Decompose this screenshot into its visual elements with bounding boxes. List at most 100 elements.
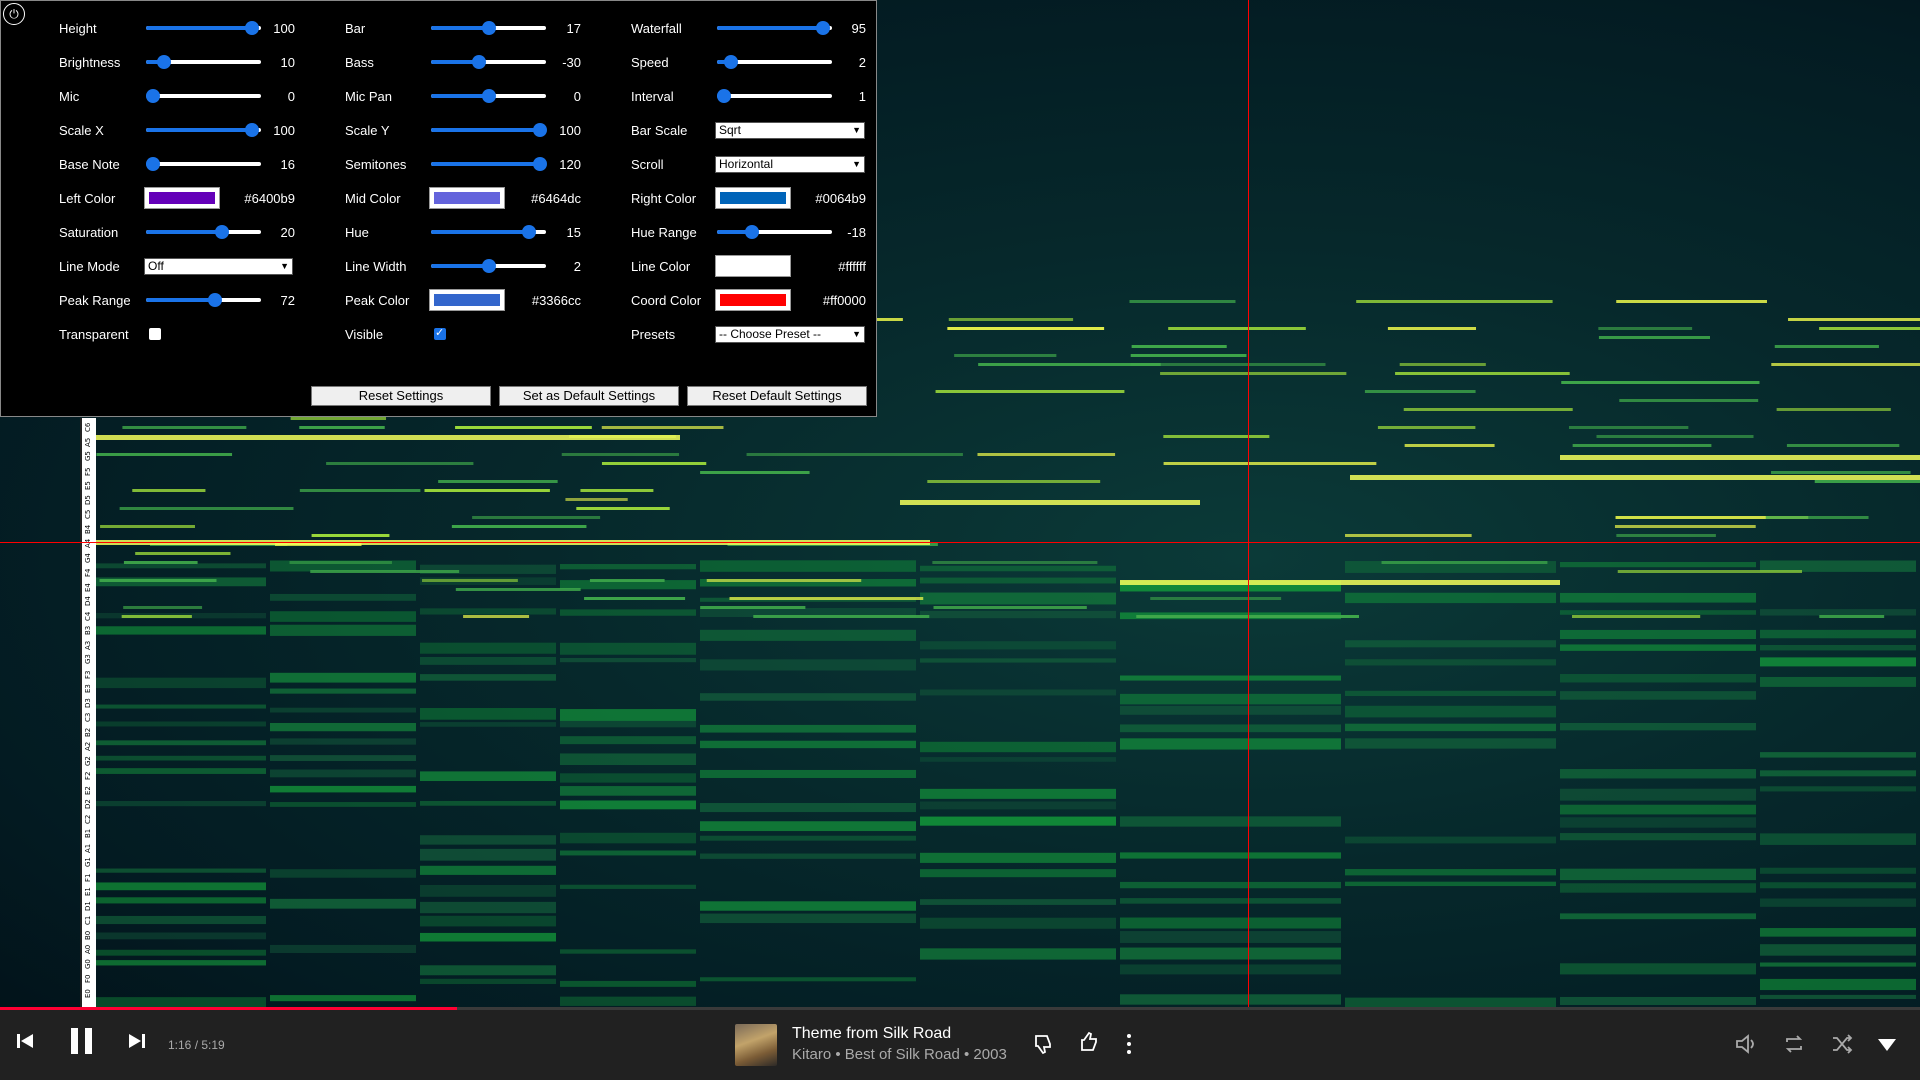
more-icon[interactable] <box>1124 1032 1134 1062</box>
previous-icon[interactable] <box>14 1030 36 1058</box>
visible-checkbox[interactable] <box>434 326 446 340</box>
mic-value: 0 <box>287 89 295 104</box>
spectrogram-band <box>1760 676 1916 687</box>
keyboard-note-label: A5 <box>84 437 92 447</box>
slider-thumb[interactable] <box>716 89 731 103</box>
spectrogram-band <box>1560 817 1756 828</box>
slider-thumb[interactable] <box>472 55 487 69</box>
slider-thumb[interactable] <box>744 225 759 239</box>
spectrogram-band <box>270 944 416 953</box>
spectrogram-band <box>270 688 416 694</box>
set-default-settings-button[interactable]: Set as Default Settings <box>499 386 679 406</box>
chevron-down-icon: ▼ <box>852 125 861 135</box>
spectrogram-band <box>270 593 416 601</box>
spectrogram-note <box>561 453 680 456</box>
keyboard-note-label: C5 <box>84 509 92 519</box>
spectrogram-band <box>1120 852 1341 859</box>
slider-thumb[interactable] <box>145 89 160 103</box>
spectrogram-band <box>1760 786 1916 792</box>
spectrogram-band <box>1560 963 1756 975</box>
slider-thumb[interactable] <box>723 55 738 69</box>
spectrogram-band <box>1120 675 1341 681</box>
spectrogram-band <box>270 722 416 732</box>
spectrogram-note <box>1387 327 1477 330</box>
slider-thumb[interactable] <box>157 55 172 69</box>
spectrogram-band <box>700 977 916 982</box>
spectrogram-band <box>1345 705 1556 718</box>
spectrogram-band <box>1120 705 1341 715</box>
volume-icon[interactable] <box>1734 1032 1760 1062</box>
speed-label: Speed <box>631 55 669 70</box>
piano-keyboard-axis: C6 A5 G5 F5 E5 D5 C5 B4 A4 G4 F4 E4 D4 C4 B3 A3 G3 F3 E3 D3… <box>80 418 96 1008</box>
spectrogram-band <box>920 852 1116 863</box>
spectrogram-band <box>420 800 556 806</box>
spectrogram-band <box>96 800 266 807</box>
spectrogram-band <box>420 848 556 861</box>
like-icon[interactable] <box>1078 1030 1102 1060</box>
transparent-checkbox[interactable] <box>149 328 161 340</box>
mid-color-value: #6464dc <box>531 191 581 206</box>
song-subtitle[interactable]: Kitaro • Best of Silk Road • 2003 <box>792 1046 1007 1063</box>
repeat-icon[interactable] <box>1782 1032 1806 1062</box>
keyboard-note-label: D1 <box>84 900 92 911</box>
spectrogram-note <box>935 390 1125 393</box>
bass-label: Bass <box>345 55 374 70</box>
next-icon[interactable] <box>126 1030 148 1058</box>
visualizer-toggle-icon[interactable]: ⏻ <box>3 3 25 25</box>
spectrogram-band <box>560 720 696 728</box>
keyboard-note-label: E3 <box>84 684 92 693</box>
reset-default-settings-button[interactable]: Reset Default Settings <box>687 386 867 406</box>
spectrogram-band <box>1120 931 1341 943</box>
spectrogram-band <box>1760 867 1916 874</box>
spectrogram-note <box>1774 345 1879 348</box>
spectrogram-band <box>560 709 696 722</box>
spectrogram-note <box>123 606 203 609</box>
keyboard-note-label: G0 <box>84 958 92 969</box>
dislike-icon[interactable] <box>1032 1032 1056 1062</box>
spectrogram-band <box>96 626 266 635</box>
spectrogram-band <box>700 659 916 671</box>
presets-select[interactable]: -- Choose Preset -- ▼ <box>715 326 865 343</box>
spectrogram-peak-line <box>1560 455 1920 460</box>
spectrogram-band <box>1345 690 1556 697</box>
spectrogram-band <box>96 768 266 774</box>
bar-scale-select[interactable]: Sqrt ▼ <box>715 122 865 139</box>
reset-settings-button[interactable]: Reset Settings <box>311 386 491 406</box>
album-art[interactable] <box>735 1024 777 1066</box>
pause-icon[interactable] <box>68 1026 96 1062</box>
spectrogram-note <box>1377 426 1476 429</box>
spectrogram-note <box>700 471 810 474</box>
spectrogram-note <box>584 597 686 600</box>
keyboard-note-label: A0 <box>84 944 92 954</box>
slider-fill <box>431 26 489 30</box>
transparent-label: Transparent <box>59 327 129 342</box>
spectrogram-band <box>1560 868 1756 881</box>
spectrogram-note <box>1786 444 1900 447</box>
spectrogram-note <box>1614 525 1756 528</box>
scroll-select[interactable]: Horizontal ▼ <box>715 156 865 173</box>
shuffle-icon[interactable] <box>1830 1032 1854 1062</box>
scale-y-value: 100 <box>559 123 581 138</box>
spectrogram-note <box>948 318 1074 321</box>
spectrogram-note <box>1381 561 1548 564</box>
scale-x-label: Scale X <box>59 123 104 138</box>
spectrogram-band <box>1120 994 1341 1005</box>
spectrogram-band <box>1560 804 1756 815</box>
spectrogram-band <box>1345 836 1556 844</box>
spectrogram-note <box>422 579 518 582</box>
song-title[interactable]: Theme from Silk Road <box>792 1025 951 1043</box>
spectrogram-band <box>1760 833 1916 845</box>
slider-thumb[interactable] <box>145 157 160 171</box>
spectrogram-band <box>420 771 556 782</box>
slider-fill <box>431 94 489 98</box>
spectrogram-band <box>920 869 1116 878</box>
spectrogram-band <box>270 785 416 793</box>
spectrogram-band <box>1120 881 1341 889</box>
line-mode-select[interactable]: Off ▼ <box>144 258 293 275</box>
spectrogram-band <box>1560 561 1756 568</box>
spectrogram-band <box>1560 691 1756 700</box>
expand-icon[interactable] <box>1876 1034 1898 1060</box>
spectrogram-band <box>1760 928 1916 937</box>
spectrogram-note <box>438 480 558 483</box>
base-note-value: 16 <box>280 157 295 172</box>
